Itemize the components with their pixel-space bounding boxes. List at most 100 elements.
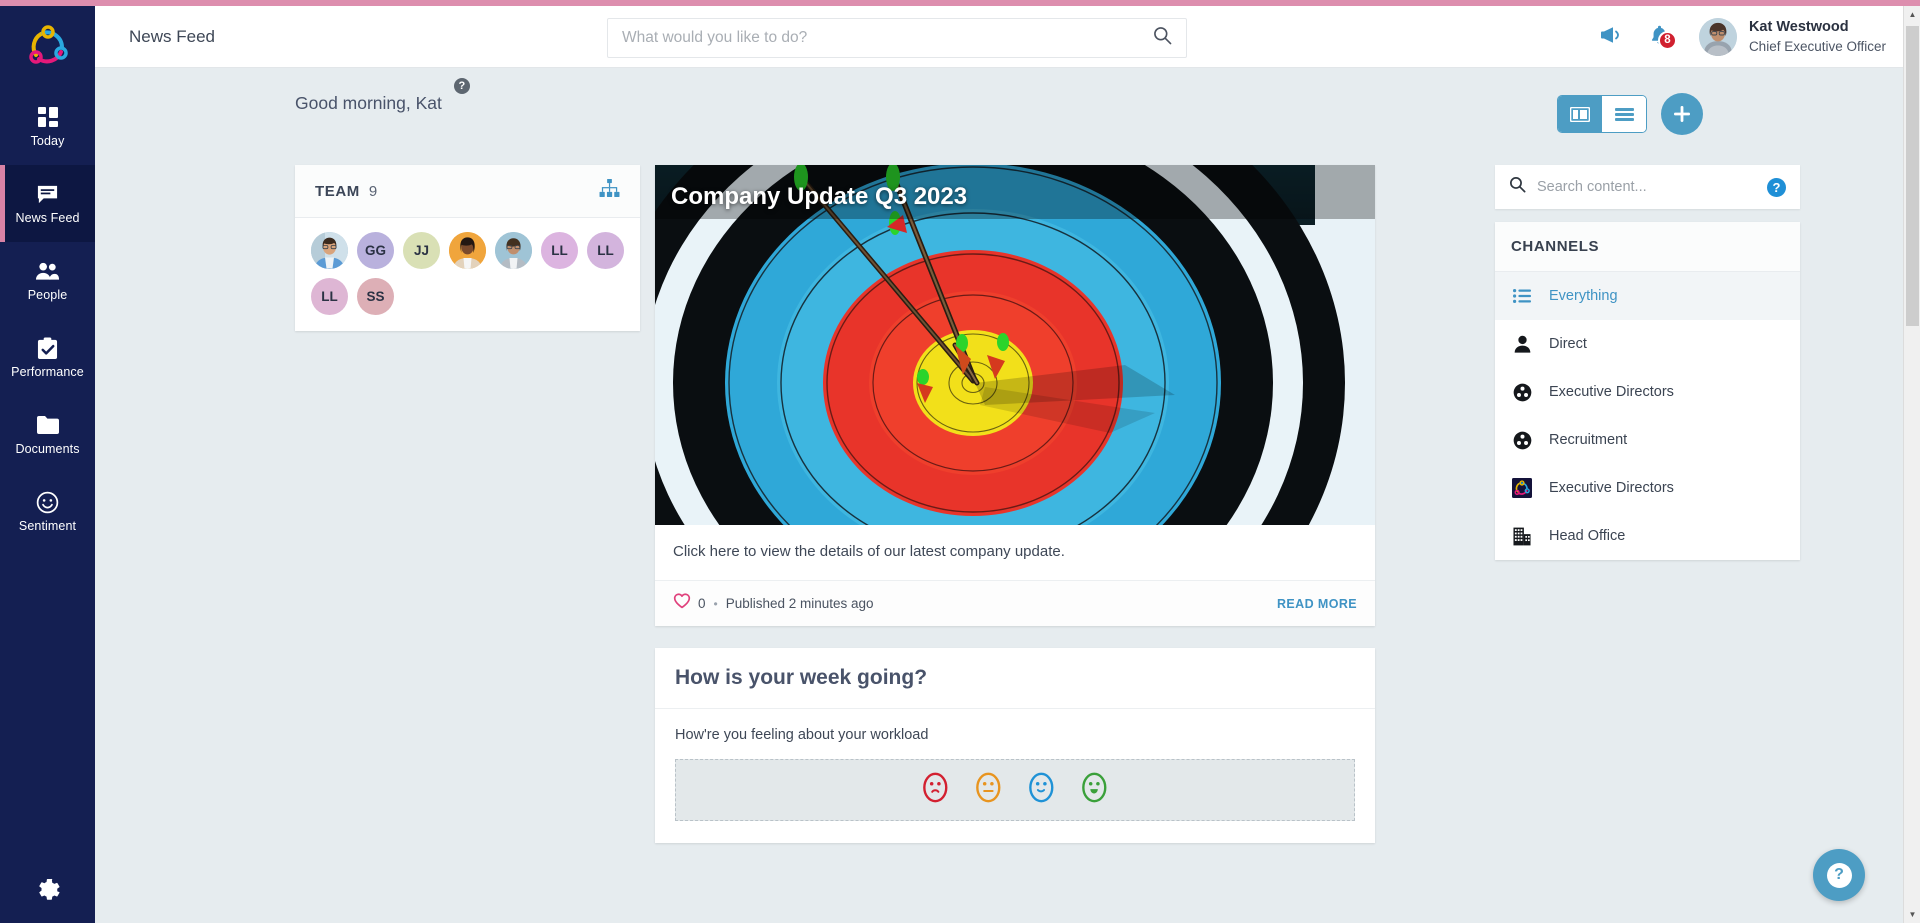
channel-item[interactable]: Executive Directors xyxy=(1495,464,1800,512)
channel-item[interactable]: Executive Directors xyxy=(1495,368,1800,416)
group-icon xyxy=(1511,383,1533,402)
rail-item-list: Today News Feed People xyxy=(0,88,95,550)
team-member-avatar-photo[interactable] xyxy=(449,232,486,269)
team-member-avatar-initials[interactable]: LL xyxy=(541,232,578,269)
view-toolbar xyxy=(1557,93,1703,135)
brand-icon xyxy=(1511,478,1533,498)
people-icon xyxy=(35,259,60,283)
floating-help-button[interactable]: ? xyxy=(1813,849,1865,901)
performance-icon xyxy=(37,336,58,360)
org-chart-icon[interactable] xyxy=(599,179,620,203)
team-member-avatar-initials[interactable]: LL xyxy=(311,278,348,315)
search-input[interactable] xyxy=(622,29,1153,47)
channel-item[interactable]: Everything xyxy=(1495,272,1800,320)
building-icon xyxy=(1511,527,1533,546)
week-survey-card: How is your week going? How're you feeli… xyxy=(655,648,1375,843)
sidebar-item-label: Performance xyxy=(11,365,84,379)
channel-item-label: Head Office xyxy=(1549,528,1625,544)
header-actions: 8 Kat Westwood Chief Executive Officer xyxy=(1585,6,1886,68)
team-member-avatar-initials[interactable]: SS xyxy=(357,278,394,315)
scroll-down-arrow[interactable]: ▼ xyxy=(1904,906,1920,923)
help-icon[interactable]: ? xyxy=(454,78,470,94)
channel-item-label: Recruitment xyxy=(1549,432,1627,448)
channel-item[interactable]: Head Office xyxy=(1495,512,1800,560)
help-icon[interactable]: ? xyxy=(1767,178,1786,197)
week-survey-body: How're you feeling about your workload xyxy=(655,709,1375,843)
read-more-link[interactable]: READ MORE xyxy=(1277,597,1357,611)
week-survey-title: How is your week going? xyxy=(655,648,1375,709)
sidebar-item-label: News Feed xyxy=(15,211,79,225)
add-post-button[interactable] xyxy=(1661,93,1703,135)
separator-dot: • xyxy=(714,597,718,611)
greeting-label: Good morning, Kat xyxy=(295,93,442,113)
channels-title: CHANNELS xyxy=(1495,222,1800,272)
news-feed-icon xyxy=(36,182,59,206)
content-search-input[interactable] xyxy=(1537,179,1767,195)
mood-ok-icon[interactable] xyxy=(1028,772,1055,808)
sidebar-item-today[interactable]: Today xyxy=(0,88,95,165)
channel-item-label: Executive Directors xyxy=(1549,384,1674,400)
documents-icon xyxy=(36,413,60,437)
view-mode-toggle xyxy=(1557,95,1647,133)
heart-icon xyxy=(673,593,691,614)
channel-item-label: Executive Directors xyxy=(1549,480,1674,496)
mood-sad-icon[interactable] xyxy=(922,772,949,808)
team-member-avatar-initials[interactable]: JJ xyxy=(403,232,440,269)
greeting-text: Good morning, Kat ? xyxy=(295,93,442,114)
user-name: Kat Westwood xyxy=(1749,18,1886,38)
team-member-avatar-photo[interactable] xyxy=(311,232,348,269)
person-icon xyxy=(1511,335,1533,353)
sidebar-item-sentiment[interactable]: Sentiment xyxy=(0,473,95,550)
team-member-avatar-initials[interactable]: GG xyxy=(357,232,394,269)
team-card-header: TEAM 9 xyxy=(295,165,640,218)
post-hero-image[interactable]: Company Update Q3 2023 xyxy=(655,165,1375,525)
sidebar-item-label: Documents xyxy=(15,442,79,456)
channels-list: Everything Direct Executive Directors Re… xyxy=(1495,272,1800,560)
channel-item-label: Everything xyxy=(1549,288,1618,304)
sidebar-item-people[interactable]: People xyxy=(0,242,95,319)
team-member-avatar-photo[interactable] xyxy=(495,232,532,269)
published-timestamp: Published 2 minutes ago xyxy=(726,596,874,611)
channel-item[interactable]: Recruitment xyxy=(1495,416,1800,464)
page-scrollbar[interactable]: ▲ ▼ xyxy=(1903,6,1920,923)
content-search[interactable]: ? xyxy=(1495,165,1800,209)
group-icon xyxy=(1511,431,1533,450)
list-icon xyxy=(1511,289,1533,303)
question-mark-icon: ? xyxy=(1827,863,1852,888)
like-button[interactable]: 0 xyxy=(673,593,706,614)
team-title: TEAM xyxy=(315,183,360,200)
dashboard-icon xyxy=(37,105,59,129)
settings-button[interactable] xyxy=(0,878,95,907)
announcements-button[interactable] xyxy=(1585,23,1635,52)
post-body-text: Click here to view the details of our la… xyxy=(655,525,1375,580)
channels-card: CHANNELS Everything Direct Executive Dir… xyxy=(1495,222,1800,560)
team-member-avatar-initials[interactable]: LL xyxy=(587,232,624,269)
week-survey-question: How're you feeling about your workload xyxy=(675,727,1355,743)
sidebar-item-documents[interactable]: Documents xyxy=(0,396,95,473)
team-member-list: GGJJ LLLLLLSS xyxy=(295,218,640,331)
list-view-button[interactable] xyxy=(1602,96,1646,132)
user-role: Chief Executive Officer xyxy=(1749,38,1886,56)
notifications-button[interactable]: 8 xyxy=(1635,23,1685,52)
global-search[interactable] xyxy=(607,18,1187,58)
user-menu[interactable]: Kat Westwood Chief Executive Officer xyxy=(1699,18,1886,56)
megaphone-icon xyxy=(1598,23,1622,52)
sidebar-item-news-feed[interactable]: News Feed xyxy=(0,165,95,242)
scroll-up-arrow[interactable]: ▲ xyxy=(1904,6,1920,23)
app-logo-icon[interactable] xyxy=(20,18,76,74)
scrollbar-thumb[interactable] xyxy=(1906,26,1919,326)
sidebar-item-performance[interactable]: Performance xyxy=(0,319,95,396)
search-icon xyxy=(1153,26,1172,50)
card-view-button[interactable] xyxy=(1558,96,1602,132)
notification-count-badge: 8 xyxy=(1658,31,1677,50)
post-footer: 0 • Published 2 minutes ago READ MORE xyxy=(655,580,1375,626)
channel-item[interactable]: Direct xyxy=(1495,320,1800,368)
mood-happy-icon[interactable] xyxy=(1081,772,1108,808)
search-icon xyxy=(1509,176,1526,198)
mood-neutral-icon[interactable] xyxy=(975,772,1002,808)
sidebar-item-label: Today xyxy=(31,134,65,148)
right-column: ? CHANNELS Everything Direct Executive D… xyxy=(1495,165,1800,560)
team-count: 9 xyxy=(369,183,377,200)
team-card: TEAM 9 xyxy=(295,165,640,331)
sentiment-icon xyxy=(36,490,59,514)
